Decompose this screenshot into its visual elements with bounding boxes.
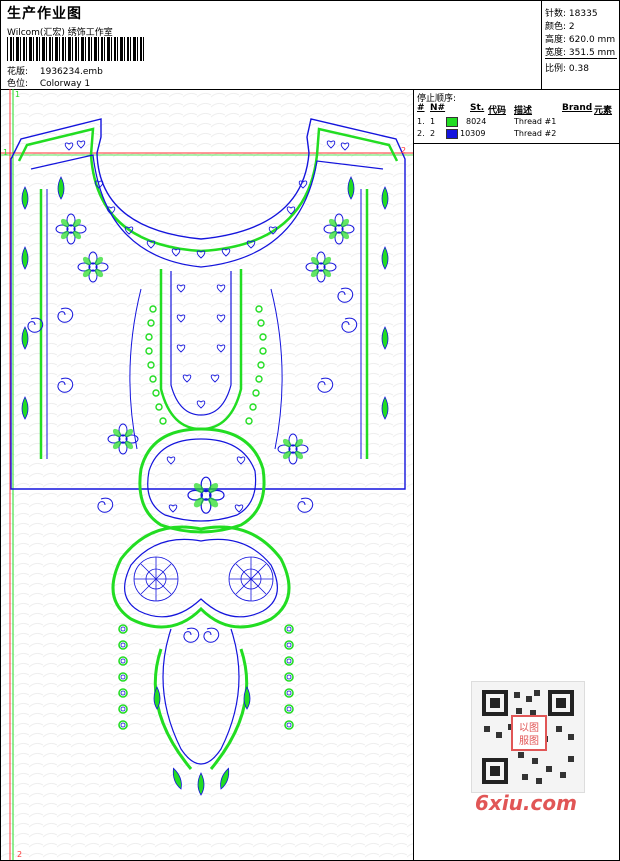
design-scale-value: 0.38 — [568, 64, 589, 74]
thread-row[interactable]: 1. 1 8024 Thread #1 — [414, 117, 620, 129]
marker-right: 2 — [401, 146, 406, 155]
col-st: St. — [470, 103, 485, 113]
thread-row-n: 2 — [430, 129, 436, 138]
seal-text: 以图 — [519, 722, 539, 734]
thread-color-swatch — [446, 117, 458, 127]
color-count: 颜色: 2 — [545, 19, 575, 32]
col-num: # — [417, 103, 425, 113]
marker-start: 1 — [15, 90, 20, 99]
svg-text:服图: 服图 — [519, 735, 539, 747]
production-sheet: 生产作业图 Wilcom(汇宏) 绣饰工作室 花版: 1936234.emb 色… — [0, 0, 620, 861]
embroidery-artwork: 1 2 1 2 — [1, 89, 413, 860]
col-brand: Brand — [562, 103, 593, 113]
thread-row-num: 2. — [417, 129, 425, 138]
design-width: 宽度: 351.5 mm — [545, 45, 615, 58]
qr-code: 以图 服图 — [471, 681, 585, 793]
color-count-label: 颜色: — [545, 22, 567, 32]
qr-code-graphic: 以图 服图 — [482, 690, 574, 784]
colorway-value: Colorway 1 — [39, 79, 91, 89]
stitch-count: 针数: 18335 — [545, 6, 598, 19]
design-height: 高度: 620.0 mm — [545, 32, 615, 45]
design-scale-label: 比例: — [545, 64, 567, 74]
colorway-label: 色位: — [7, 79, 29, 89]
stitch-count-value: 18335 — [568, 9, 598, 19]
stats-panel: 针数: 18335 颜色: 2 高度: 620.0 mm 宽度: 351.5 m… — [541, 1, 620, 90]
design-height-label: 高度: — [545, 35, 567, 45]
marker-left: 1 — [3, 148, 8, 157]
site-watermark: 6xiu.com — [475, 791, 577, 815]
thread-row-code: 8024 — [466, 117, 487, 126]
design-width-label: 宽度: — [545, 48, 567, 58]
stitch-count-label: 针数: — [545, 9, 567, 19]
thread-table: 停止顺序: # N# St. 代码 描述 Brand 元素 1. 1 8024 … — [414, 89, 620, 144]
thread-row-desc: Thread #2 — [514, 129, 557, 138]
thread-row[interactable]: 2. 2 10309 Thread #2 — [414, 129, 620, 141]
design-width-value: 351.5 mm — [568, 48, 616, 58]
colorway-line: 色位: Colorway 1 — [7, 76, 90, 89]
design-height-value: 620.0 mm — [568, 35, 616, 45]
header-info: 生产作业图 Wilcom(汇宏) 绣饰工作室 花版: 1936234.emb 色… — [1, 1, 541, 90]
col-desc: 描述 — [514, 106, 533, 116]
color-count-value: 2 — [568, 22, 575, 32]
col-n: N# — [430, 103, 446, 113]
thread-row-code: 10309 — [460, 129, 486, 138]
thread-row-num: 1. — [417, 117, 425, 126]
col-element: 元素 — [594, 106, 613, 116]
col-code: 代码 — [488, 106, 507, 116]
page-title: 生产作业图 — [7, 6, 82, 22]
thread-row-desc: Thread #1 — [514, 117, 557, 126]
embroidery-preview: 1 2 1 2 — [1, 89, 413, 860]
design-scale: 比例: 0.38 — [545, 58, 617, 74]
thread-row-n: 1 — [430, 117, 436, 126]
thread-color-swatch — [446, 129, 458, 139]
marker-end: 2 — [17, 850, 22, 859]
barcode — [7, 37, 145, 61]
